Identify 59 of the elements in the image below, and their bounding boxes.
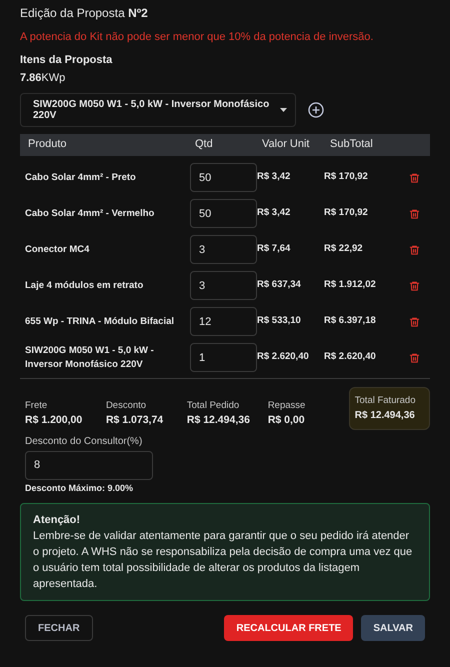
summary-label: Desconto — [106, 399, 148, 414]
product-name: Cabo Solar 4mm² - Preto — [24, 170, 137, 184]
quantity-field[interactable]: 12 — [190, 307, 257, 336]
column-header: Qtd — [195, 137, 214, 152]
subtotal: R$ 170,92 — [324, 206, 369, 220]
product-name: Cabo Solar 4mm² - Vermelho — [24, 206, 156, 220]
unit-price: R$ 637,34 — [257, 278, 302, 292]
alert-title: Atenção! — [33, 513, 82, 528]
trash-icon[interactable] — [409, 316, 420, 328]
unit-price: R$ 3,42 — [257, 206, 292, 220]
unit-price: R$ 2.620,40 — [257, 350, 310, 364]
product-name: 655 Wp - TRINA - Módulo Bifacial — [24, 314, 176, 328]
subtotal: R$ 1.912,02 — [324, 278, 377, 292]
column-header: SubTotal — [330, 137, 374, 152]
summary-value: R$ 1.200,00 — [25, 413, 84, 428]
error-message: A potencia do Kit não pode ser menor que 10% da potencia de inversão. — [20, 30, 374, 45]
subtotal: R$ 22,92 — [324, 242, 364, 256]
subtotal: R$ 6.397,18 — [324, 314, 377, 328]
column-header: Produto — [27, 137, 68, 152]
summary-label: Total Pedido — [186, 399, 240, 414]
field-label: Desconto do Consultor(%) — [25, 434, 144, 449]
trash-icon[interactable] — [409, 280, 420, 292]
quantity-field[interactable]: 3 — [190, 271, 257, 300]
subtotal: R$ 2.620,40 — [324, 350, 377, 364]
product-select[interactable]: SIW200G M050 W1 - 5,0 kW - Inversor Monofásico 220V — [20, 92, 296, 126]
summary-value: R$ 0,00 — [268, 413, 306, 428]
alert-text: Lembre-se de validar atentamente para garantir que o seu pedido irá atender o projeto. A WHS não se responsabiliza pela decisão de compra uma vez que o usuário tem total possibilidade de alterar os produtos da listagem apresentada. — [33, 529, 414, 592]
quantity-field[interactable]: 50 — [190, 163, 257, 192]
action-button[interactable]: FECHAR — [25, 615, 93, 642]
quantity-field[interactable]: 1 — [190, 343, 257, 372]
summary-label: Frete — [25, 399, 48, 414]
product-name: Conector MC4 — [24, 242, 90, 256]
trash-icon[interactable] — [409, 244, 420, 256]
trash-icon[interactable] — [409, 352, 420, 364]
section-title: Itens da Proposta — [20, 52, 114, 68]
summary-label: Total Faturado — [354, 394, 416, 408]
discount-hint: Desconto Máximo: 9.00% — [25, 482, 134, 495]
action-button[interactable]: RECALCULAR FRETE — [224, 615, 354, 642]
caret-icon — [280, 108, 287, 112]
dialog-title: Edição da Proposta Nº2 — [20, 5, 149, 22]
discount-field[interactable]: 8 — [25, 450, 153, 480]
unit-price: R$ 533,10 — [257, 314, 302, 328]
quantity-field[interactable]: 50 — [190, 199, 257, 228]
product-name: Laje 4 módulos em retrato — [24, 278, 144, 292]
power-value: 7.86KWp — [20, 71, 66, 86]
quantity-field[interactable]: 3 — [190, 235, 257, 264]
summary-label: Repasse — [268, 399, 306, 414]
subtotal: R$ 170,92 — [324, 170, 369, 184]
unit-price: R$ 3,42 — [257, 170, 292, 184]
column-header: Valor Unit — [262, 137, 310, 152]
action-button[interactable]: SALVAR — [361, 615, 425, 642]
add-icon[interactable] — [308, 102, 324, 118]
summary-value: R$ 12.494,36 — [186, 413, 251, 428]
trash-icon[interactable] — [409, 172, 420, 184]
trash-icon[interactable] — [409, 208, 420, 220]
summary-value: R$ 1.073,74 — [106, 413, 164, 428]
unit-price: R$ 7,64 — [257, 242, 292, 256]
product-name: SIW200G M050 W1 - 5,0 kW - Inversor Monofásico 220V — [24, 344, 155, 372]
summary-value: R$ 12.494,36 — [354, 408, 416, 423]
